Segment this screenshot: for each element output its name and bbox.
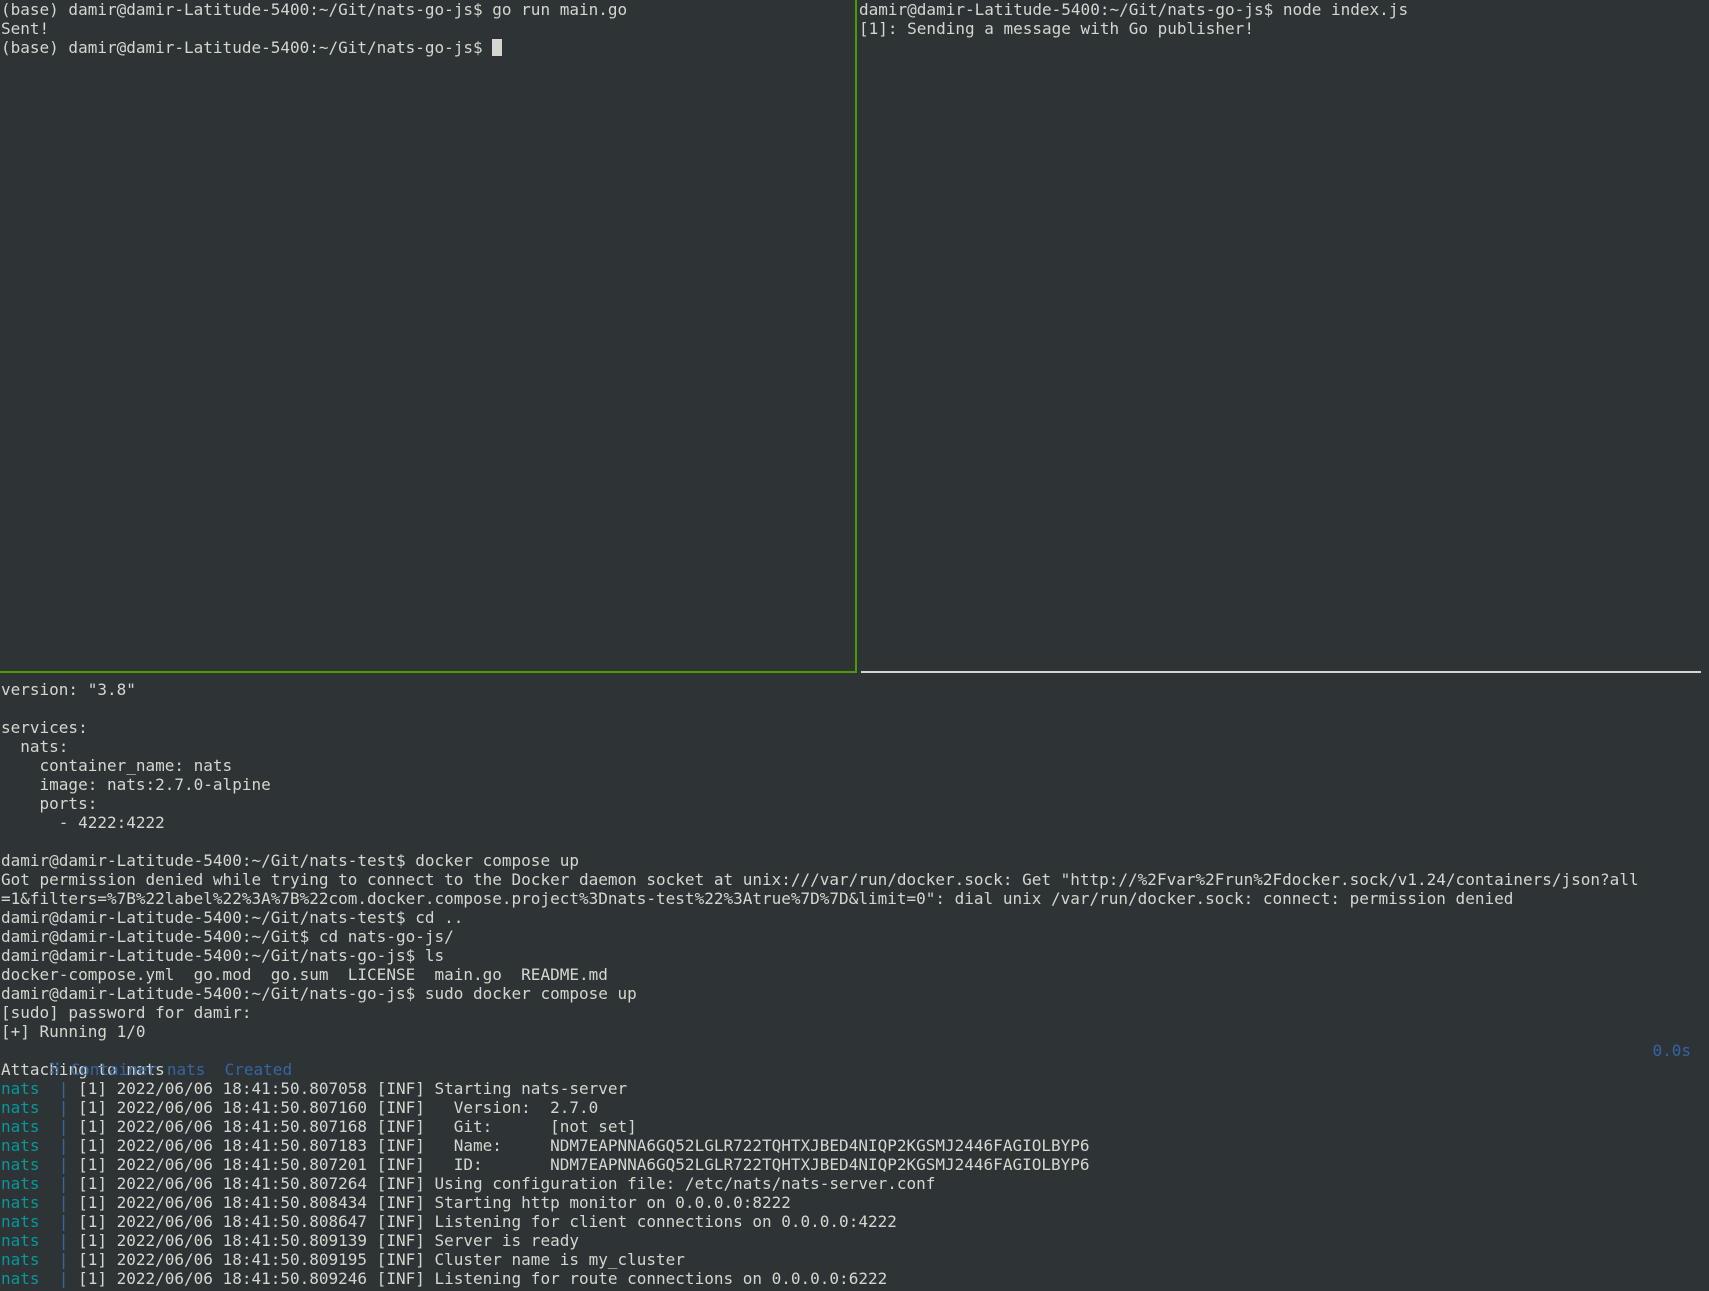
terminal-line: Got permission denied while trying to co… [1, 870, 1639, 889]
log-message: [1] 2022/06/06 18:41:50.808647 [INF] Lis… [78, 1212, 897, 1231]
text-cursor [492, 39, 503, 56]
log-service-name: nats [1, 1212, 40, 1231]
log-message: [1] 2022/06/06 18:41:50.809139 [INF] Ser… [78, 1231, 579, 1250]
log-message: [1] 2022/06/06 18:41:50.807058 [INF] Sta… [78, 1079, 628, 1098]
terminal-line: ports: [1, 794, 98, 813]
log-service-name: nats [1, 1117, 40, 1136]
log-service-name: nats [1, 1136, 40, 1155]
pane-divider-horizontal-right[interactable] [861, 671, 1701, 673]
terminal-line: damir@damir-Latitude-5400:~/Git/nats-tes… [1, 851, 579, 870]
terminal-line: Sent! [1, 19, 50, 38]
shell-prompt: (base) damir@damir-Latitude-5400:~/Git/n… [1, 38, 493, 57]
log-line: nats | [1] 2022/06/06 18:41:50.809246 [I… [0, 1269, 1709, 1288]
log-line: nats | [1] 2022/06/06 18:41:50.807201 [I… [0, 1155, 1709, 1174]
log-separator: | [39, 1269, 79, 1288]
compose-file-output: version: "3.8" services: nats: container… [0, 680, 1709, 851]
log-line: nats | [1] 2022/06/06 18:41:50.809139 [I… [0, 1231, 1709, 1250]
log-separator: | [39, 1193, 79, 1212]
log-message: [1] 2022/06/06 18:41:50.807264 [INF] Usi… [78, 1174, 936, 1193]
terminal-line: services: [1, 718, 88, 737]
terminal-pane-top-right[interactable]: damir@damir-Latitude-5400:~/Git/nats-go-… [858, 0, 1709, 671]
log-service-name: nats [1, 1269, 40, 1288]
container-status-line: ⠿ Container nats Created 0.0s [0, 1041, 1709, 1079]
terminal-line: container_name: nats [1, 756, 233, 775]
log-separator: | [39, 1079, 79, 1098]
terminal-line: damir@damir-Latitude-5400:~/Git$ cd nats… [1, 927, 454, 946]
terminal-line: [sudo] password for damir: [1, 1003, 252, 1022]
terminal-line: - 4222:4222 [1, 813, 165, 832]
terminal-line: nats: [1, 737, 69, 756]
log-message: [1] 2022/06/06 18:41:50.808434 [INF] Sta… [78, 1193, 791, 1212]
log-separator: | [39, 1250, 79, 1269]
terminal-line: damir@damir-Latitude-5400:~/Git/nats-go-… [1, 984, 637, 1003]
log-line: nats | [1] 2022/06/06 18:41:50.809195 [I… [0, 1250, 1709, 1269]
log-separator: | [39, 1212, 79, 1231]
log-service-name: nats [1, 1250, 40, 1269]
log-service-name: nats [1, 1231, 40, 1250]
log-message: [1] 2022/06/06 18:41:50.807160 [INF] Ver… [78, 1098, 599, 1117]
log-separator: | [39, 1231, 79, 1250]
terminal-line: version: "3.8" [1, 680, 136, 699]
log-service-name: nats [1, 1155, 40, 1174]
log-separator: | [39, 1098, 79, 1117]
log-message: [1] 2022/06/06 18:41:50.807183 [INF] Nam… [78, 1136, 1090, 1155]
log-line: nats | [1] 2022/06/06 18:41:50.808434 [I… [0, 1193, 1709, 1212]
log-line: nats | [1] 2022/06/06 18:41:50.807058 [I… [0, 1079, 1709, 1098]
container-status-time: 0.0s [1652, 1041, 1691, 1060]
prompt-line: (base) damir@damir-Latitude-5400:~/Git/n… [0, 38, 855, 57]
log-service-name: nats [1, 1174, 40, 1193]
terminal-line: damir@damir-Latitude-5400:~/Git/nats-tes… [1, 908, 464, 927]
log-message: [1] 2022/06/06 18:41:50.807168 [INF] Git… [78, 1117, 637, 1136]
log-message: [1] 2022/06/06 18:41:50.809195 [INF] Clu… [78, 1250, 685, 1269]
terminal-pane-bottom[interactable]: version: "3.8" services: nats: container… [0, 680, 1709, 1291]
terminal-pane-top-left[interactable]: (base) damir@damir-Latitude-5400:~/Git/n… [0, 0, 855, 671]
terminal-line: [1]: Sending a message with Go publisher… [859, 19, 1254, 38]
log-separator: | [39, 1136, 79, 1155]
pane-divider-horizontal-left[interactable] [0, 671, 857, 673]
log-line: nats | [1] 2022/06/06 18:41:50.808647 [I… [0, 1212, 1709, 1231]
log-message: [1] 2022/06/06 18:41:50.807201 [INF] ID:… [78, 1155, 1090, 1174]
terminal-line: damir@damir-Latitude-5400:~/Git/nats-go-… [859, 0, 1409, 19]
terminal-line: [+] Running 1/0 [1, 1022, 146, 1041]
terminal-line: damir@damir-Latitude-5400:~/Git/nats-go-… [1, 946, 445, 965]
container-status-text: ⠿ Container nats Created [39, 1060, 293, 1079]
shell-output: damir@damir-Latitude-5400:~/Git/nats-tes… [0, 851, 1709, 1041]
log-message: [1] 2022/06/06 18:41:50.809246 [INF] Lis… [78, 1269, 888, 1288]
log-line: nats | [1] 2022/06/06 18:41:50.807160 [I… [0, 1098, 1709, 1117]
terminal-line: docker-compose.yml go.mod go.sum LICENSE… [1, 965, 608, 984]
terminal-line: =1&filters=%7B%22label%22%3A%7B%22com.do… [1, 889, 1514, 908]
terminal-line: (base) damir@damir-Latitude-5400:~/Git/n… [1, 0, 628, 19]
pane-divider-vertical[interactable] [855, 0, 857, 673]
nats-log-output: nats | [1] 2022/06/06 18:41:50.807058 [I… [0, 1079, 1709, 1288]
log-line: nats | [1] 2022/06/06 18:41:50.807168 [I… [0, 1117, 1709, 1136]
log-separator: | [39, 1117, 79, 1136]
log-separator: | [39, 1155, 79, 1174]
log-line: nats | [1] 2022/06/06 18:41:50.807264 [I… [0, 1174, 1709, 1193]
log-service-name: nats [1, 1193, 40, 1212]
terminal-line: image: nats:2.7.0-alpine [1, 775, 271, 794]
log-line: nats | [1] 2022/06/06 18:41:50.807183 [I… [0, 1136, 1709, 1155]
log-separator: | [39, 1174, 79, 1193]
